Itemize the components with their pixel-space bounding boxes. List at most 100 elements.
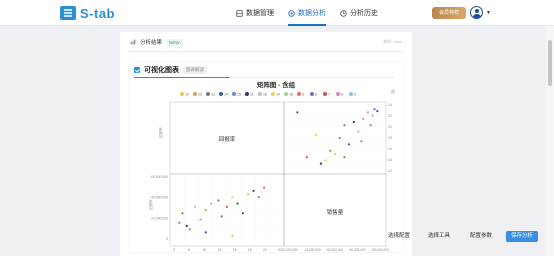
legend-label: 16 (263, 93, 267, 97)
scatter-point (178, 221, 181, 224)
y-tick-label: 60,000,000 (151, 175, 168, 179)
scatter-point (352, 120, 355, 124)
legend-label: 12 (198, 93, 202, 97)
legend-marker (284, 92, 288, 96)
scatter-point (366, 111, 369, 114)
legend-marker (310, 92, 314, 96)
save-analysis-button[interactable]: 保存分析 (506, 231, 538, 242)
right-y-tick-label: 18 (388, 136, 392, 140)
visual-chart-card: 可视化图表 图表解读 矩阵图 - 含组图 10 12 13 14 15 11 16 14 18 5 6… (130, 62, 402, 252)
select-config-button[interactable]: 选择配置 (384, 231, 414, 242)
scatter-point (329, 149, 332, 152)
legend-label: 15 (237, 93, 241, 97)
main-nav: 数据管理 数据分析 分析历史 (236, 0, 378, 26)
legend-label: 11 (250, 93, 254, 97)
config-params-button[interactable]: 配置参数 (466, 231, 496, 242)
legend-label: 9 (354, 93, 356, 97)
analysis-icon (288, 9, 295, 17)
legend-marker (271, 92, 275, 96)
nav-item-analysis-history[interactable]: 分析历史 (340, 0, 378, 26)
card-header: 可视化图表 图表解读 (134, 65, 207, 75)
top-left-quadrant-label: 回报率 (219, 135, 236, 143)
right-y-tick-label: 14 (388, 158, 392, 162)
scatter-point (204, 208, 207, 212)
legend-label: 10 (185, 93, 189, 97)
legend-label: 14 (276, 93, 280, 97)
user-avatar-icon[interactable] (470, 6, 483, 19)
y-tick-label: 20,000,000 (151, 216, 168, 220)
legend-marker (336, 92, 340, 96)
scatter-point (199, 218, 202, 221)
scatter-point (343, 156, 346, 159)
nav-item-data-analysis[interactable]: 数据分析 (288, 0, 326, 26)
scatter-point (257, 196, 260, 199)
scatter-point (236, 202, 239, 205)
scatter-point (369, 124, 372, 127)
scatter-point (210, 202, 213, 205)
scatter-point (360, 140, 363, 143)
right-y-tick-label: 20 (388, 125, 392, 129)
scatter-point (362, 117, 365, 120)
legend-label: 14 (224, 93, 228, 97)
legend-label: 13 (211, 93, 215, 97)
right-y-tick-label: 16 (388, 147, 392, 151)
nav-item-data-management[interactable]: 数据管理 (236, 0, 274, 26)
scatter-point (296, 111, 299, 114)
legend-label: 6 (315, 93, 317, 97)
checkbox-icon[interactable] (134, 67, 140, 73)
panel-header: 分析结果 NEW 耗时: 0sec (130, 35, 402, 49)
chevron-down-icon[interactable]: ▼ (486, 10, 491, 16)
scatter-point (357, 130, 360, 133)
nav-label-data-analysis: 数据分析 (298, 10, 326, 17)
legend-marker (323, 92, 327, 96)
scatter-point (371, 114, 374, 117)
member-privilege-button[interactable]: 会员特权 (432, 7, 466, 19)
legend-label: 8 (341, 93, 343, 97)
card-divider (230, 77, 394, 78)
scatter-point (376, 110, 379, 113)
scrollbar[interactable] (546, 26, 554, 256)
nav-label-data-management: 数据管理 (246, 10, 274, 17)
panel-title: 分析结果 (140, 40, 163, 46)
legend-marker (180, 92, 184, 96)
scatter-point (305, 156, 308, 159)
logo-text: S-tab (80, 5, 115, 21)
y-tick-label: 40,000,000 (151, 196, 168, 200)
legend-marker (349, 92, 353, 96)
select-tool-button[interactable]: 选择工具 (424, 231, 454, 242)
top-bar: S-tab 数据管理 数据分析 分析历史 会员特权 ▼ (0, 0, 554, 26)
legend-marker (258, 92, 262, 96)
legend-marker (219, 92, 223, 96)
right-y-tick-label: 12 (388, 169, 392, 173)
scatter-point (343, 124, 346, 127)
legend-marker (245, 92, 249, 96)
scatter-point (247, 192, 250, 196)
right-y-tick-label: 22 (388, 114, 392, 118)
scatter-point (324, 159, 327, 162)
right-y-tick-label: 24 (388, 103, 392, 107)
scatter-point (333, 152, 337, 156)
y-axis-label: 回报率 (148, 199, 153, 210)
scatter-point (231, 196, 234, 199)
nav-label-analysis-history: 分析历史 (350, 10, 378, 17)
top-left-y-axis-label: 回报率 (158, 127, 163, 138)
scatter-point (315, 133, 318, 136)
card-underline (134, 77, 230, 78)
scroll-thumb[interactable] (548, 40, 552, 86)
scatter-point (373, 108, 376, 111)
logo[interactable]: S-tab (60, 5, 115, 21)
scatter-point (252, 189, 255, 192)
card-title: 可视化图表 (144, 67, 179, 74)
scatter-point (348, 143, 351, 146)
new-badge: NEW (166, 38, 183, 46)
legend-marker (297, 92, 301, 96)
scatter-point (225, 205, 229, 208)
scatter-point (263, 186, 266, 189)
legend-marker (232, 92, 236, 96)
legend-label: 7 (328, 93, 330, 97)
history-icon (340, 9, 347, 17)
chart-interpret-tag[interactable]: 图表解读 (183, 66, 207, 74)
legend-label: 18 (289, 93, 293, 97)
scatter-point (217, 199, 220, 202)
legend-marker (193, 92, 197, 96)
